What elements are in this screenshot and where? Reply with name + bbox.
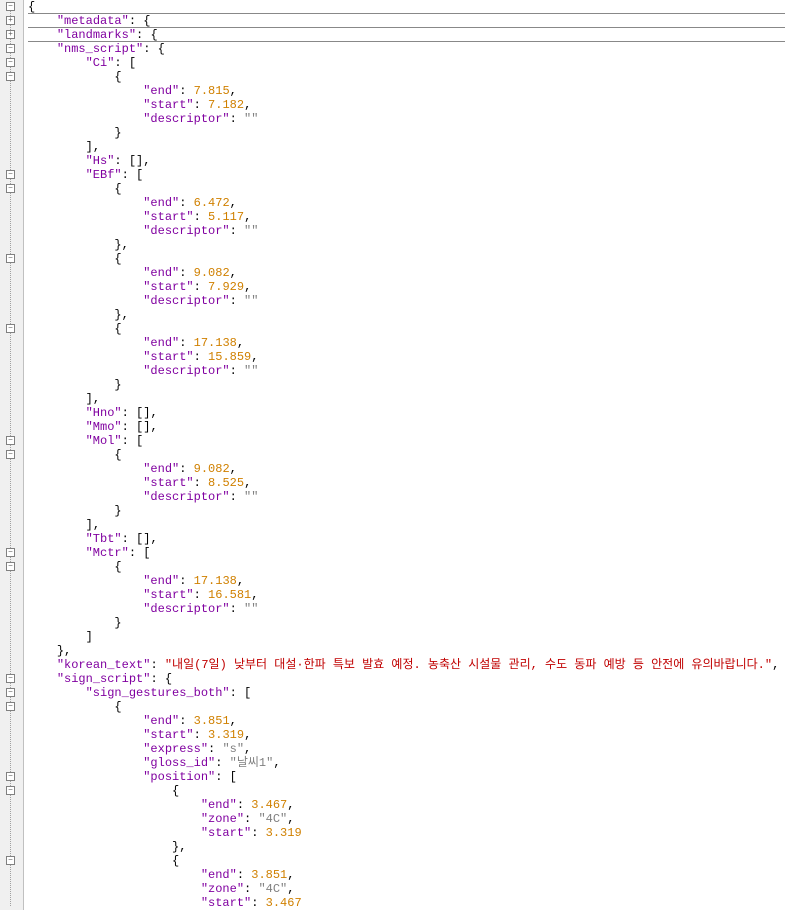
code-line[interactable]: "end": 3.851, [28,868,785,882]
fold-gutter: − − − − − − − − − − − − − − − − − − + + [0,0,24,910]
code-line[interactable]: "start": 5.117, [28,210,785,224]
code-line[interactable]: { [28,448,785,462]
fold-minus-icon[interactable]: − [6,44,15,53]
code-line[interactable]: "Hno": [], [28,406,785,420]
fold-minus-icon[interactable]: − [6,254,15,263]
code-line[interactable]: "Hs": [], [28,154,785,168]
code-editor: − − − − − − − − − − − − − − − − − − + + { "metadata": { "la… [0,0,785,910]
fold-minus-icon[interactable]: − [6,856,15,865]
code-line[interactable]: "Mmo": [], [28,420,785,434]
code-line[interactable]: "start": 3.319 [28,826,785,840]
code-line[interactable]: "zone": "4C", [28,882,785,896]
code-line[interactable]: "Tbt": [], [28,532,785,546]
code-line[interactable]: "end": 17.138, [28,336,785,350]
fold-minus-icon[interactable]: − [6,450,15,459]
code-line[interactable]: "descriptor": "" [28,112,785,126]
code-line[interactable]: "start": 3.467 [28,896,785,910]
fold-plus-icon[interactable]: + [6,30,15,39]
code-line[interactable]: { [28,0,785,14]
fold-minus-icon[interactable]: − [6,772,15,781]
fold-minus-icon[interactable]: − [6,786,15,795]
fold-minus-icon[interactable]: − [6,72,15,81]
fold-minus-icon[interactable]: − [6,702,15,711]
code-line[interactable]: "descriptor": "" [28,294,785,308]
fold-minus-icon[interactable]: − [6,548,15,557]
code-line[interactable]: "zone": "4C", [28,812,785,826]
code-line[interactable]: "korean_text": "내일(7일) 낮부터 대설·한파 특보 발효 예… [28,658,785,672]
code-line[interactable]: { [28,252,785,266]
code-line[interactable]: "end": 3.467, [28,798,785,812]
code-line[interactable]: }, [28,644,785,658]
fold-minus-icon[interactable]: − [6,184,15,193]
code-line[interactable]: "sign_gestures_both": [ [28,686,785,700]
code-line[interactable]: } [28,126,785,140]
code-line[interactable]: "end": 9.082, [28,266,785,280]
code-line[interactable]: "Mol": [ [28,434,785,448]
code-line[interactable]: } [28,378,785,392]
fold-minus-icon[interactable]: − [6,688,15,697]
fold-plus-icon[interactable]: + [6,16,15,25]
code-line[interactable]: "start": 7.182, [28,98,785,112]
code-line[interactable]: "start": 3.319, [28,728,785,742]
code-line[interactable]: }, [28,238,785,252]
code-line[interactable]: "position": [ [28,770,785,784]
code-line[interactable]: "express": "s", [28,742,785,756]
fold-minus-icon[interactable]: − [6,562,15,571]
fold-minus-icon[interactable]: − [6,324,15,333]
code-line[interactable]: ], [28,518,785,532]
code-line[interactable]: } [28,616,785,630]
code-line[interactable]: { [28,322,785,336]
fold-minus-icon[interactable]: − [6,2,15,11]
code-line[interactable]: "end": 7.815, [28,84,785,98]
code-line[interactable]: "sign_script": { [28,672,785,686]
code-line[interactable]: }, [28,308,785,322]
code-line[interactable]: { [28,560,785,574]
code-content[interactable]: { "metadata": { "landmarks": { "nms_scri… [24,0,785,910]
code-line[interactable]: "gloss_id": "날씨1", [28,756,785,770]
code-line[interactable]: "metadata": { [28,14,785,28]
code-line[interactable]: "start": 8.525, [28,476,785,490]
code-line[interactable]: "descriptor": "" [28,490,785,504]
code-line[interactable]: { [28,700,785,714]
code-line[interactable]: "end": 3.851, [28,714,785,728]
code-line[interactable]: "start": 16.581, [28,588,785,602]
code-line[interactable]: "start": 15.859, [28,350,785,364]
code-line[interactable]: "nms_script": { [28,42,785,56]
code-line[interactable]: { [28,784,785,798]
code-line[interactable]: "start": 7.929, [28,280,785,294]
fold-minus-icon[interactable]: − [6,170,15,179]
code-line[interactable]: "Ci": [ [28,56,785,70]
code-line[interactable]: "Mctr": [ [28,546,785,560]
code-line[interactable]: { [28,854,785,868]
fold-minus-icon[interactable]: − [6,58,15,67]
code-line[interactable]: ] [28,630,785,644]
code-line[interactable]: "landmarks": { [28,28,785,42]
code-line[interactable]: ], [28,392,785,406]
code-line[interactable]: "end": 6.472, [28,196,785,210]
code-line[interactable]: { [28,70,785,84]
code-line[interactable]: "EBf": [ [28,168,785,182]
code-line[interactable]: "descriptor": "" [28,224,785,238]
fold-minus-icon[interactable]: − [6,436,15,445]
code-line[interactable]: "descriptor": "" [28,364,785,378]
code-line[interactable]: "end": 9.082, [28,462,785,476]
code-line[interactable]: { [28,182,785,196]
code-line[interactable]: }, [28,840,785,854]
fold-minus-icon[interactable]: − [6,674,15,683]
code-line[interactable]: } [28,504,785,518]
code-line[interactable]: ], [28,140,785,154]
code-line[interactable]: "descriptor": "" [28,602,785,616]
code-line[interactable]: "end": 17.138, [28,574,785,588]
